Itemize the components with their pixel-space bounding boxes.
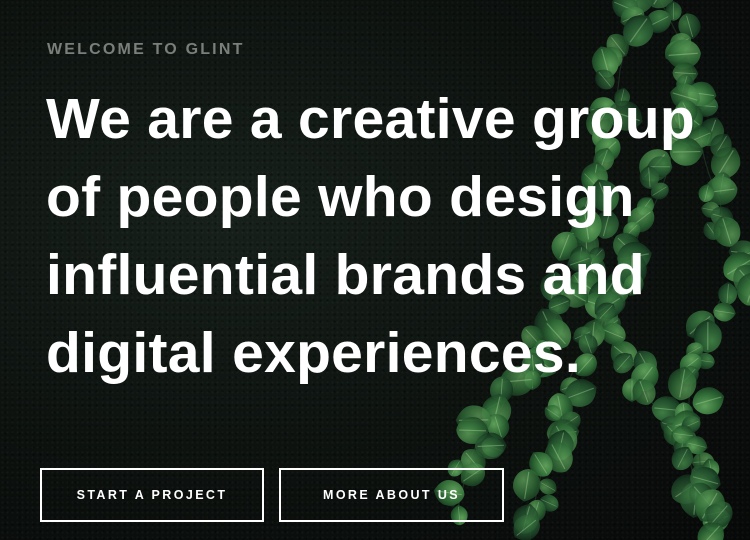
- eyebrow-text: WELCOME TO GLINT: [47, 41, 245, 58]
- headline-line: digital experiences.: [46, 321, 582, 385]
- headline-line: influential brands and: [46, 243, 645, 307]
- hero-section: WELCOME TO GLINT We are a creative group…: [0, 0, 750, 540]
- headline-line: We are a creative group: [46, 87, 695, 151]
- headline-line: of people who design: [46, 165, 635, 229]
- start-project-button[interactable]: START A PROJECT: [40, 468, 264, 522]
- hero-headline: We are a creative group of people who de…: [46, 80, 736, 392]
- more-about-us-button[interactable]: MORE ABOUT US: [279, 468, 504, 522]
